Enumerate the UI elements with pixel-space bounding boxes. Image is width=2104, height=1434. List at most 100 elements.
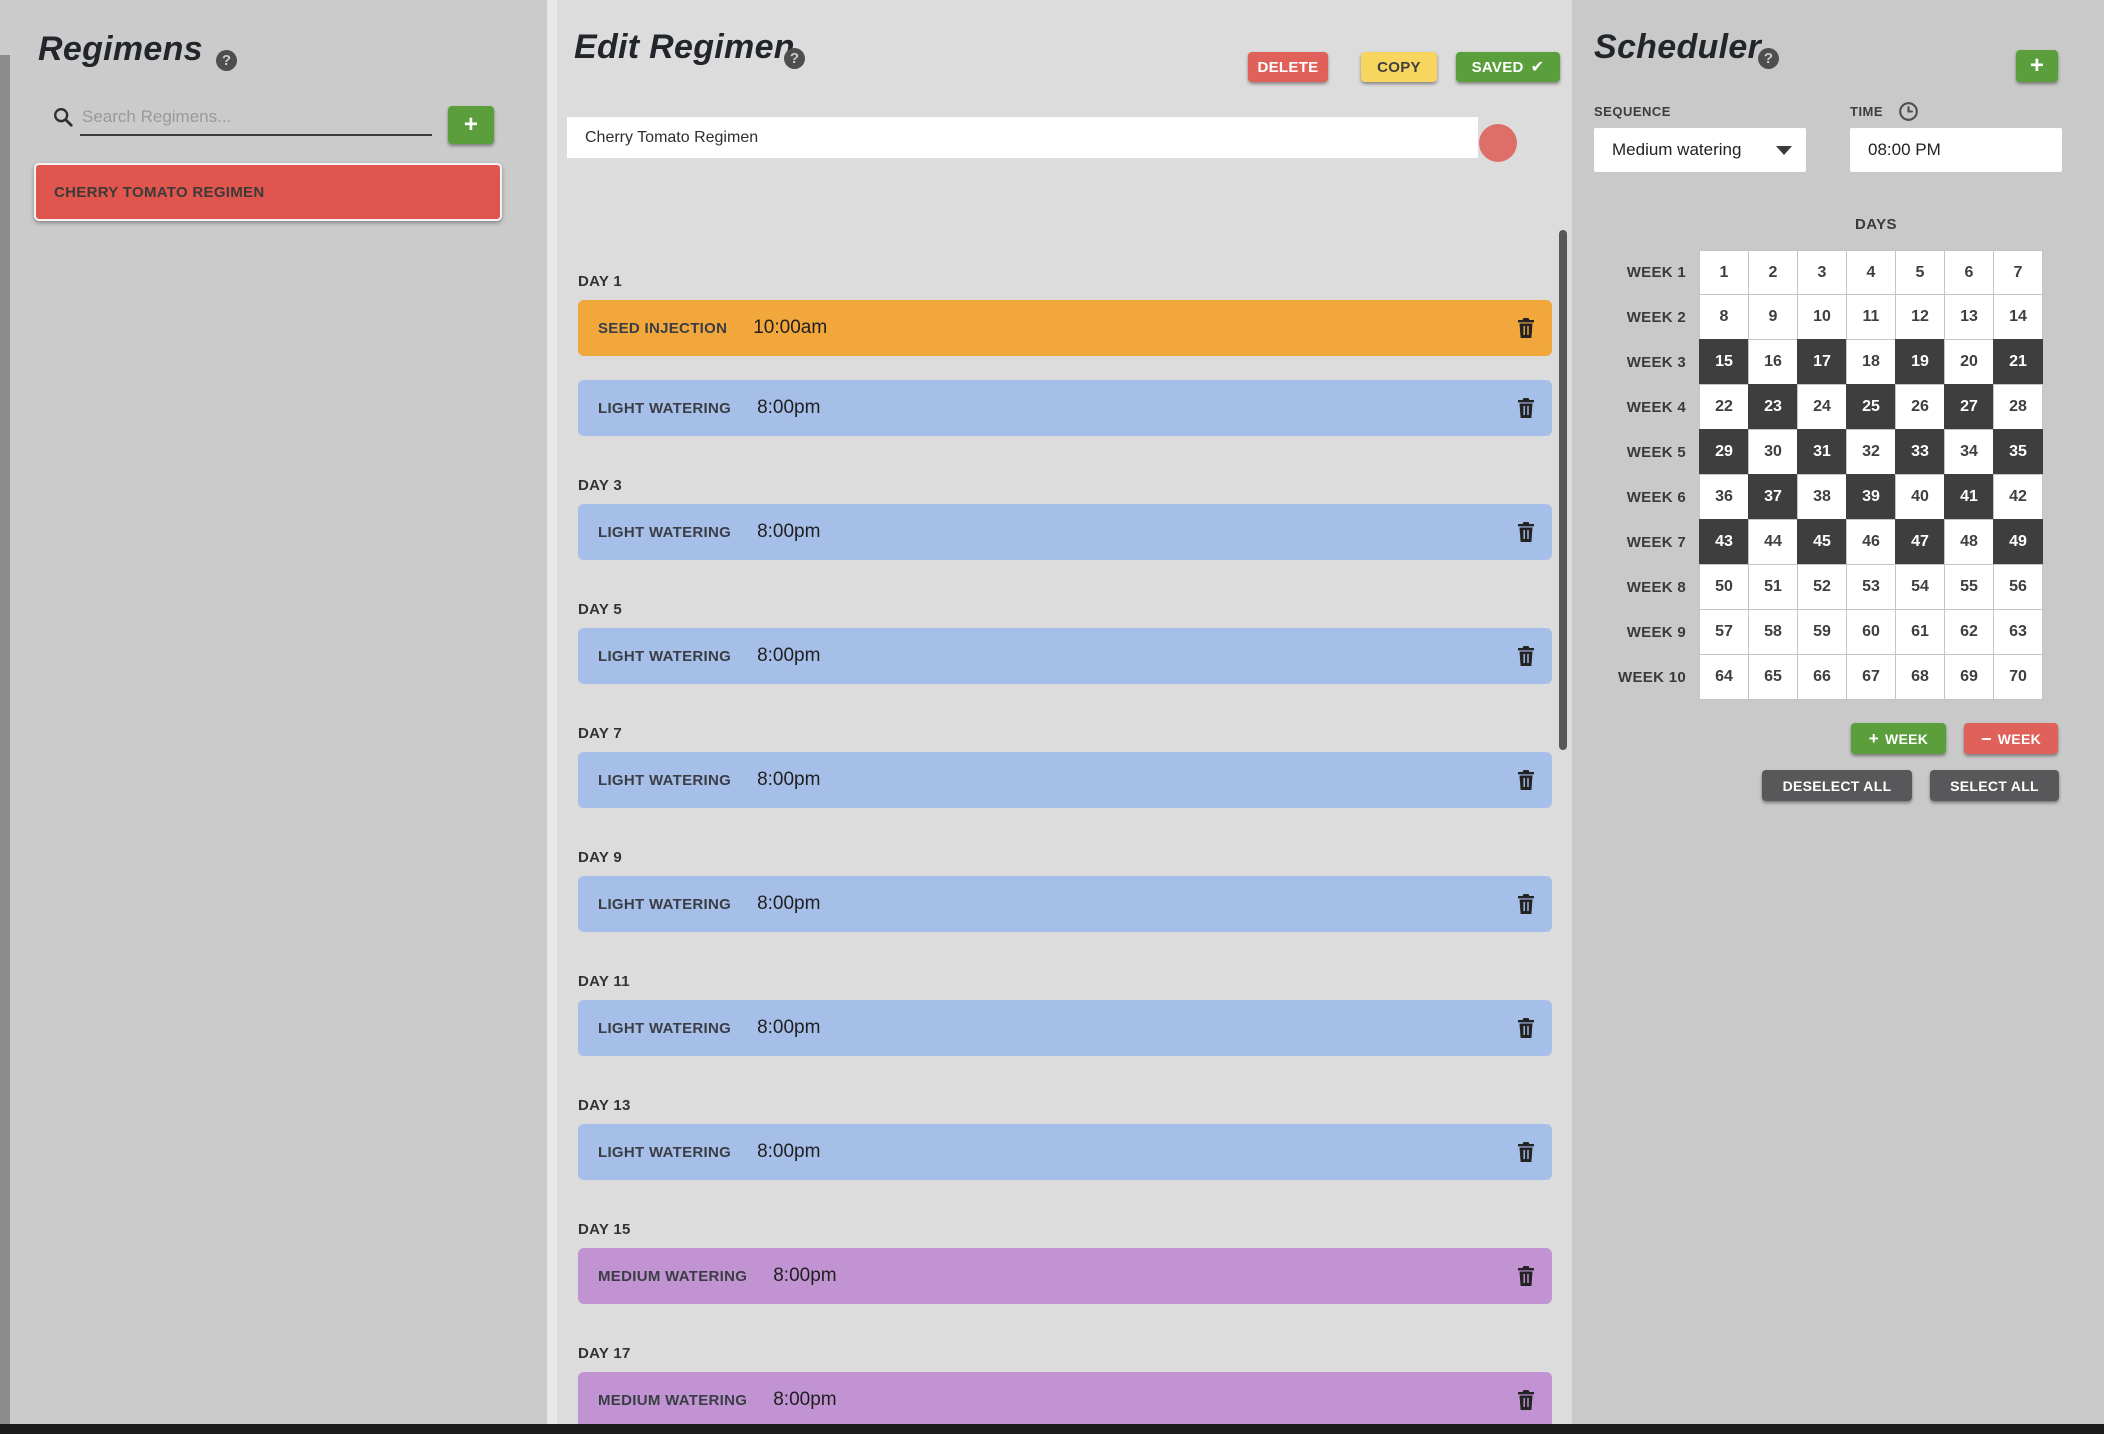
day-cell-25[interactable]: 25 [1846,384,1896,430]
add-regimen-button[interactable]: + [448,106,494,144]
day-cell-10[interactable]: 10 [1797,294,1847,340]
day-cell-65[interactable]: 65 [1748,654,1798,700]
day-cell-50[interactable]: 50 [1699,564,1749,610]
day-cell-23[interactable]: 23 [1748,384,1798,430]
day-cell-14[interactable]: 14 [1993,294,2043,340]
day-cell-59[interactable]: 59 [1797,609,1847,655]
day-cell-24[interactable]: 24 [1797,384,1847,430]
trash-icon[interactable] [1516,1389,1536,1411]
day-cell-69[interactable]: 69 [1944,654,1994,700]
add-week-button[interactable]: + WEEK [1851,723,1946,754]
day-cell-45[interactable]: 45 [1797,519,1847,565]
day-cell-21[interactable]: 21 [1993,339,2043,385]
day-cell-66[interactable]: 66 [1797,654,1847,700]
time-input[interactable] [1850,128,2062,172]
day-cell-56[interactable]: 56 [1993,564,2043,610]
copy-button[interactable]: COPY [1361,52,1437,82]
day-cell-3[interactable]: 3 [1797,250,1847,295]
day-cell-68[interactable]: 68 [1895,654,1945,700]
day-cell-55[interactable]: 55 [1944,564,1994,610]
day-cell-28[interactable]: 28 [1993,384,2043,430]
day-cell-15[interactable]: 15 [1699,339,1749,385]
regimen-task-row[interactable]: LIGHT WATERING8:00pm [578,876,1552,932]
regimen-task-row[interactable]: SEED INJECTION10:00am [578,300,1552,356]
day-cell-54[interactable]: 54 [1895,564,1945,610]
regimen-list-item[interactable]: CHERRY TOMATO REGIMEN [34,163,502,221]
vertical-scrollbar[interactable] [1559,230,1567,750]
day-cell-30[interactable]: 30 [1748,429,1798,475]
regimen-task-row[interactable]: LIGHT WATERING8:00pm [578,1000,1552,1056]
regimen-name-input[interactable] [567,117,1478,158]
day-cell-5[interactable]: 5 [1895,250,1945,295]
day-cell-37[interactable]: 37 [1748,474,1798,520]
day-cell-51[interactable]: 51 [1748,564,1798,610]
scheduler-help-icon[interactable]: ? [1758,48,1779,69]
day-cell-70[interactable]: 70 [1993,654,2043,700]
trash-icon[interactable] [1516,1265,1536,1287]
day-cell-2[interactable]: 2 [1748,250,1798,295]
remove-week-button[interactable]: − WEEK [1964,723,2058,754]
regimen-color-picker[interactable] [1479,124,1517,162]
day-cell-52[interactable]: 52 [1797,564,1847,610]
regimen-task-row[interactable]: MEDIUM WATERING8:00pm [578,1248,1552,1304]
day-cell-27[interactable]: 27 [1944,384,1994,430]
day-cell-46[interactable]: 46 [1846,519,1896,565]
day-cell-29[interactable]: 29 [1699,429,1749,475]
search-input[interactable] [80,100,432,136]
day-cell-62[interactable]: 62 [1944,609,1994,655]
saved-button[interactable]: SAVED ✔ [1456,52,1560,82]
day-cell-33[interactable]: 33 [1895,429,1945,475]
day-cell-6[interactable]: 6 [1944,250,1994,295]
regimen-task-row[interactable]: LIGHT WATERING8:00pm [578,380,1552,436]
scheduler-add-button[interactable]: + [2016,50,2058,82]
day-cell-9[interactable]: 9 [1748,294,1798,340]
trash-icon[interactable] [1516,893,1536,915]
day-cell-40[interactable]: 40 [1895,474,1945,520]
select-all-button[interactable]: SELECT ALL [1930,770,2059,801]
regimen-task-row[interactable]: MEDIUM WATERING8:00pm [578,1372,1552,1424]
day-cell-57[interactable]: 57 [1699,609,1749,655]
day-cell-19[interactable]: 19 [1895,339,1945,385]
day-cell-26[interactable]: 26 [1895,384,1945,430]
day-cell-17[interactable]: 17 [1797,339,1847,385]
day-cell-60[interactable]: 60 [1846,609,1896,655]
day-cell-13[interactable]: 13 [1944,294,1994,340]
regimen-task-row[interactable]: LIGHT WATERING8:00pm [578,628,1552,684]
day-cell-36[interactable]: 36 [1699,474,1749,520]
regimen-task-row[interactable]: LIGHT WATERING8:00pm [578,1124,1552,1180]
day-cell-67[interactable]: 67 [1846,654,1896,700]
day-cell-18[interactable]: 18 [1846,339,1896,385]
day-cell-8[interactable]: 8 [1699,294,1749,340]
delete-button[interactable]: DELETE [1248,52,1328,82]
day-cell-47[interactable]: 47 [1895,519,1945,565]
day-cell-32[interactable]: 32 [1846,429,1896,475]
day-cell-12[interactable]: 12 [1895,294,1945,340]
trash-icon[interactable] [1516,1141,1536,1163]
day-cell-7[interactable]: 7 [1993,250,2043,295]
day-cell-48[interactable]: 48 [1944,519,1994,565]
regimen-task-row[interactable]: LIGHT WATERING8:00pm [578,504,1552,560]
day-cell-61[interactable]: 61 [1895,609,1945,655]
regimens-help-icon[interactable]: ? [216,50,237,71]
trash-icon[interactable] [1516,769,1536,791]
day-cell-20[interactable]: 20 [1944,339,1994,385]
trash-icon[interactable] [1516,521,1536,543]
deselect-all-button[interactable]: DESELECT ALL [1762,770,1912,801]
day-cell-38[interactable]: 38 [1797,474,1847,520]
day-cell-43[interactable]: 43 [1699,519,1749,565]
day-cell-58[interactable]: 58 [1748,609,1798,655]
sequence-dropdown[interactable]: Medium watering [1594,128,1806,172]
day-cell-63[interactable]: 63 [1993,609,2043,655]
day-cell-1[interactable]: 1 [1699,250,1749,295]
trash-icon[interactable] [1516,397,1536,419]
day-cell-39[interactable]: 39 [1846,474,1896,520]
trash-icon[interactable] [1516,1017,1536,1039]
day-cell-11[interactable]: 11 [1846,294,1896,340]
day-cell-49[interactable]: 49 [1993,519,2043,565]
day-cell-16[interactable]: 16 [1748,339,1798,385]
day-cell-42[interactable]: 42 [1993,474,2043,520]
day-cell-31[interactable]: 31 [1797,429,1847,475]
day-cell-35[interactable]: 35 [1993,429,2043,475]
day-cell-22[interactable]: 22 [1699,384,1749,430]
day-cell-34[interactable]: 34 [1944,429,1994,475]
